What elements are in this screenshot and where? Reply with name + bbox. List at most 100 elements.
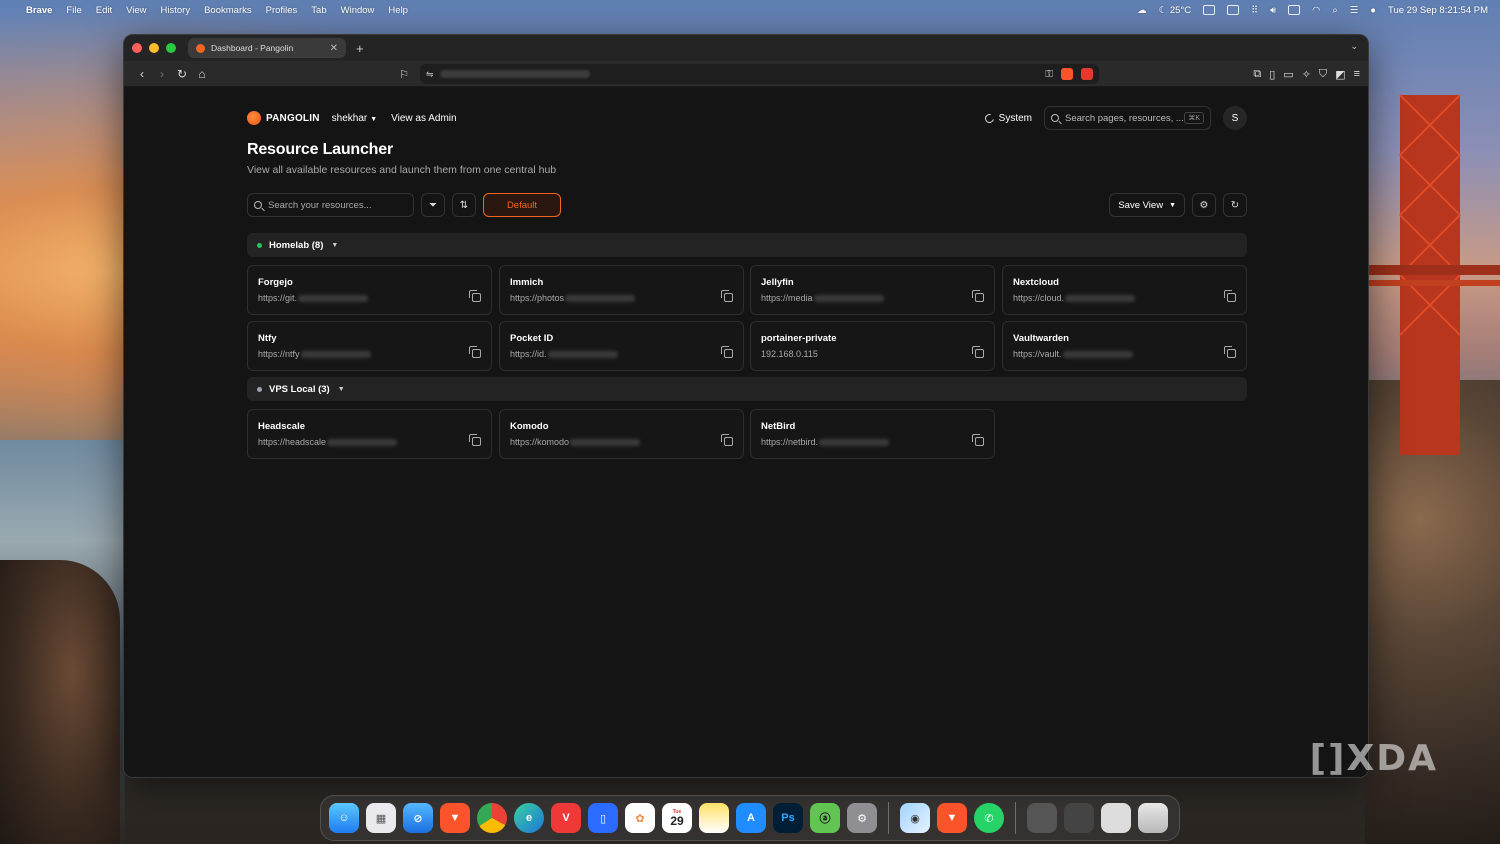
group-header-vps-local[interactable]: VPS Local (3) ▼ [247, 377, 1247, 401]
battery-icon[interactable] [1288, 5, 1301, 15]
resource-card-pocket-id[interactable]: Pocket ID https://id. [499, 321, 744, 371]
filter-button[interactable]: ⏷ [421, 193, 445, 217]
resource-url[interactable]: https://komodo [510, 437, 733, 447]
copy-icon[interactable] [469, 434, 481, 446]
chrome-icon[interactable] [477, 803, 507, 833]
extension-colored-icon[interactable]: ◩ [1335, 68, 1345, 81]
copy-icon[interactable] [721, 290, 733, 302]
global-search-input[interactable]: Search pages, resources, ... ⌘K [1044, 106, 1211, 130]
user-avatar[interactable]: S [1223, 106, 1247, 130]
resource-card-ntfy[interactable]: Ntfy https://ntfy [247, 321, 492, 371]
view-as-admin-link[interactable]: View as Admin [391, 113, 456, 124]
system-settings-icon[interactable]: ⚙ [847, 803, 877, 833]
whatsapp-icon[interactable]: ✆ [974, 803, 1004, 833]
resource-search-input[interactable]: Search your resources... [247, 193, 414, 217]
theme-toggle-button[interactable]: System [983, 111, 1032, 125]
save-view-button[interactable]: Save View ▼ [1109, 193, 1185, 217]
sidebar-icon[interactable]: ▯ [1269, 68, 1275, 81]
resource-card-forgejo[interactable]: Forgejo https://git. [247, 265, 492, 315]
notes-icon[interactable] [699, 803, 729, 833]
copy-icon[interactable] [721, 434, 733, 446]
brave-shields-icon[interactable] [1061, 68, 1073, 80]
resource-card-jellyfin[interactable]: Jellyfin https://media [750, 265, 995, 315]
copy-icon[interactable] [469, 346, 481, 358]
wifi-icon[interactable]: ◠ [1312, 5, 1320, 16]
evernote-icon[interactable]: ⓐ [810, 803, 840, 833]
default-view-button[interactable]: Default [483, 193, 561, 217]
phone-mirroring-icon[interactable]: ▯ [588, 803, 618, 833]
menu-tab[interactable]: Tab [311, 5, 326, 16]
brave-rewards-icon[interactable] [1081, 68, 1093, 80]
group-header-homelab[interactable]: Homelab (8) ▼ [247, 233, 1247, 257]
copy-icon[interactable] [469, 290, 481, 302]
finder-icon[interactable]: ☺ [329, 803, 359, 833]
resource-url[interactable]: https://git. [258, 293, 481, 303]
siri-icon[interactable]: ● [1370, 5, 1376, 16]
refresh-button[interactable]: ↻ [1223, 193, 1247, 217]
sort-button[interactable]: ⇅ [452, 193, 476, 217]
menu-help[interactable]: Help [388, 5, 408, 16]
copy-icon[interactable] [1224, 290, 1236, 302]
copy-icon[interactable] [972, 290, 984, 302]
brave-recent-icon[interactable]: ▼ [937, 803, 967, 833]
menu-edit[interactable]: Edit [96, 5, 112, 16]
calendar-icon[interactable]: Tue 29 [662, 803, 692, 833]
main-menu-icon[interactable]: ≡ [1354, 68, 1360, 81]
launchpad-icon[interactable]: ▦ [366, 803, 396, 833]
extensions-icon[interactable]: ⧉ [1253, 68, 1261, 81]
menu-history[interactable]: History [161, 5, 191, 16]
safari-icon[interactable]: ⊘ [403, 803, 433, 833]
edge-icon[interactable]: e [514, 803, 544, 833]
trash-icon[interactable] [1138, 803, 1168, 833]
copy-icon[interactable] [972, 346, 984, 358]
control-center-icon[interactable]: ☰ [1350, 5, 1359, 16]
back-icon[interactable]: ‹ [132, 67, 152, 81]
app-store-icon[interactable]: A [736, 803, 766, 833]
copy-icon[interactable] [1224, 346, 1236, 358]
wallet-icon[interactable]: ▭ [1283, 68, 1293, 81]
resource-card-komodo[interactable]: Komodo https://komodo [499, 409, 744, 459]
photos-icon[interactable]: ✿ [625, 803, 655, 833]
resource-url[interactable]: https://ntfy [258, 349, 481, 359]
address-field[interactable]: ⇋ ⚿ [420, 64, 1099, 84]
menubar-clock[interactable]: Tue 29 Sep 8:21:54 PM [1388, 5, 1488, 16]
resource-card-nextcloud[interactable]: Nextcloud https://cloud. [1002, 265, 1247, 315]
volume-icon[interactable]: 🔊︎ [1270, 5, 1276, 16]
site-settings-icon[interactable]: ⇋ [426, 69, 434, 80]
settings-button[interactable]: ⚙ [1192, 193, 1216, 217]
resource-url[interactable]: https://netbird. [761, 437, 984, 447]
minimize-window-button[interactable] [149, 43, 159, 53]
brave-icon[interactable]: ▼ [440, 803, 470, 833]
resource-card-portainer-private[interactable]: portainer-private 192.168.0.115 [750, 321, 995, 371]
cloud-icon[interactable]: ☁ [1137, 5, 1147, 16]
close-tab-icon[interactable]: ✕ [330, 43, 338, 54]
org-selector[interactable]: shekhar ▼ [332, 113, 378, 124]
tab-list-chevron-icon[interactable]: ⌄ [1350, 41, 1358, 52]
forward-icon[interactable]: › [152, 67, 172, 81]
reload-icon[interactable]: ↻ [172, 67, 192, 81]
close-window-button[interactable] [132, 43, 142, 53]
resource-url[interactable]: https://vault. [1013, 349, 1236, 359]
copy-icon[interactable] [721, 346, 733, 358]
resource-url[interactable]: https://media [761, 293, 984, 303]
resource-url[interactable]: https://headscale [258, 437, 481, 447]
document-stack-icon[interactable] [1101, 803, 1131, 833]
display-icon[interactable] [1203, 5, 1216, 15]
window-stack-icon[interactable] [1064, 803, 1094, 833]
new-tab-button[interactable]: + [356, 41, 364, 56]
zoom-window-button[interactable] [166, 43, 176, 53]
menu-bookmarks[interactable]: Bookmarks [204, 5, 252, 16]
resource-card-immich[interactable]: Immich https://photos [499, 265, 744, 315]
home-icon[interactable]: ⌂ [192, 67, 212, 81]
app-menu-name[interactable]: Brave [26, 5, 52, 16]
copy-icon[interactable] [972, 434, 984, 446]
resource-url[interactable]: https://id. [510, 349, 733, 359]
vivaldi-icon[interactable]: V [551, 803, 581, 833]
pangolin-logo-icon[interactable] [247, 111, 261, 125]
resource-card-vaultwarden[interactable]: Vaultwarden https://vault. [1002, 321, 1247, 371]
preview-icon[interactable]: ◉ [900, 803, 930, 833]
bookmark-icon[interactable]: ⚐ [394, 68, 414, 81]
downloads-stack-icon[interactable] [1027, 803, 1057, 833]
resource-card-headscale[interactable]: Headscale https://headscale [247, 409, 492, 459]
resource-url[interactable]: https://photos [510, 293, 733, 303]
